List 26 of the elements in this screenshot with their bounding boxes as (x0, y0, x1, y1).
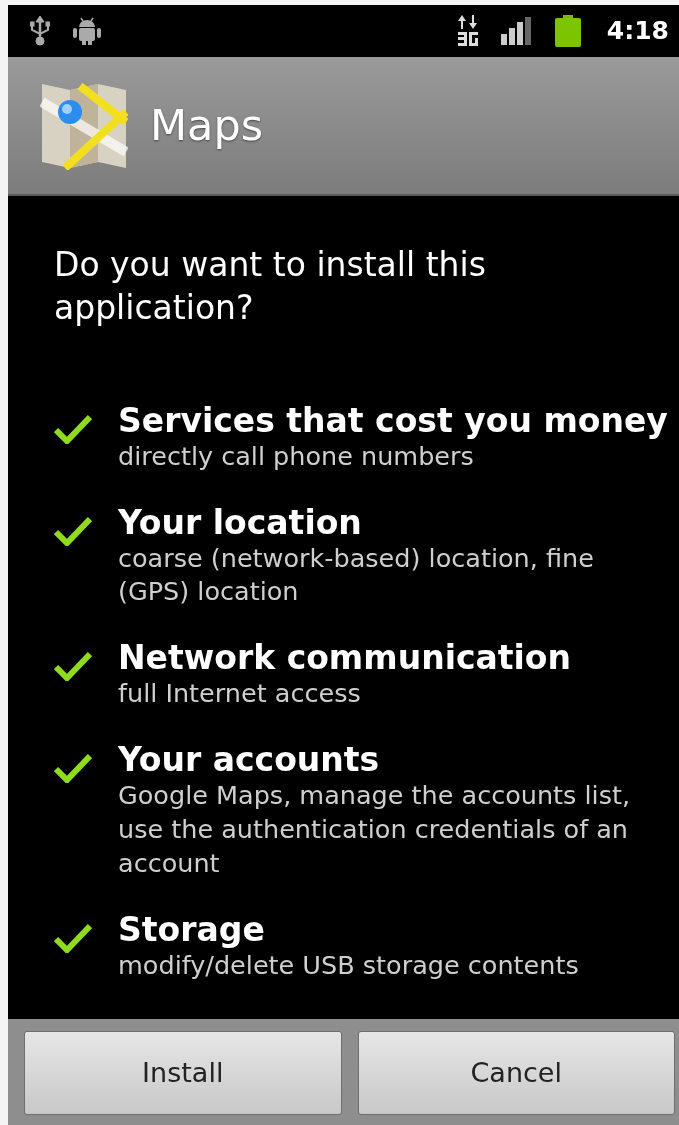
install-prompt: Do you want to install this application? (54, 244, 487, 329)
app-title: Maps (150, 99, 264, 153)
check-icon (54, 413, 92, 444)
permission-title: Storage (118, 910, 266, 949)
permission-detail: Google Maps, manage the accounts list, use the authentication credentials of an account (118, 779, 632, 880)
clock: 4:18 (606, 15, 669, 48)
permission-detail: directly call phone numbers (118, 439, 475, 473)
cancel-button[interactable]: Cancel (357, 1031, 675, 1115)
usb-icon (30, 16, 50, 46)
install-button[interactable]: Install (24, 1031, 342, 1115)
signal-icon (500, 17, 533, 45)
check-icon (54, 651, 92, 682)
permission-detail: full Internet access (118, 677, 362, 711)
battery-icon (554, 15, 581, 47)
data-3g-icon (456, 15, 479, 47)
permission-title: Your accounts (118, 741, 381, 780)
permission-detail: modify/delete USB storage contents (118, 948, 579, 982)
permission-detail: coarse (network-based) location, fine (GPS) location (118, 541, 595, 609)
map-icon (40, 81, 128, 170)
permission-title: Network communication (118, 639, 572, 678)
check-icon (54, 922, 92, 953)
permission-title: Services that cost you money (118, 401, 668, 440)
android-icon (72, 17, 102, 45)
check-icon (54, 753, 92, 784)
permission-title: Your location (118, 503, 363, 542)
check-icon (54, 515, 92, 546)
